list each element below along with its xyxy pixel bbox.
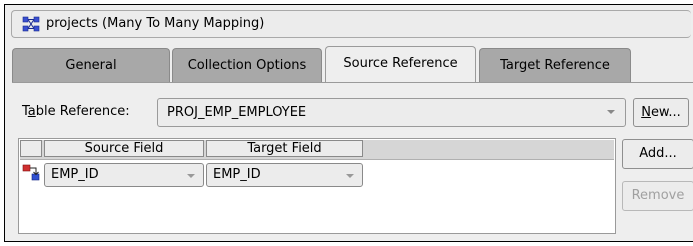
chevron-down-icon: [607, 110, 615, 114]
tab-source-reference[interactable]: Source Reference: [325, 46, 476, 83]
source-field-value: EMP_ID: [51, 167, 99, 182]
column-header-target-field[interactable]: Target Field: [206, 140, 363, 157]
add-button[interactable]: Add...: [622, 139, 693, 169]
table-reference-label-mnemonic: a: [27, 104, 36, 119]
table-reference-label: Table Reference:: [22, 104, 130, 119]
field-mapping-table: Source Field Target Field EMP_ID EMP_ID: [18, 138, 616, 234]
table-reference-label-end: ble Reference:: [35, 104, 130, 119]
table-header-corner: [20, 140, 42, 157]
new-button-label-end: ew...: [650, 105, 681, 120]
source-field-select[interactable]: EMP_ID: [44, 163, 204, 187]
chevron-down-icon: [346, 174, 354, 178]
target-field-select[interactable]: EMP_ID: [206, 163, 363, 187]
new-table-button[interactable]: New...: [633, 98, 689, 127]
tab-collection-options[interactable]: Collection Options: [172, 48, 322, 82]
chevron-down-icon: [187, 174, 195, 178]
new-button-mnemonic: N: [641, 105, 651, 120]
mapping-title-bar: projects (Many To Many Mapping): [11, 10, 691, 38]
table-reference-select[interactable]: PROJ_EMP_EMPLOYEE: [157, 98, 626, 127]
tab-divider: [12, 82, 693, 83]
tab-general[interactable]: General: [12, 48, 170, 82]
mapping-title: projects (Many To Many Mapping): [46, 16, 265, 31]
table-reference-value: PROJ_EMP_EMPLOYEE: [167, 105, 307, 120]
remove-button[interactable]: Remove: [622, 181, 693, 211]
many-to-many-mapping-icon: [22, 16, 40, 32]
column-header-source-field[interactable]: Source Field: [44, 140, 204, 157]
target-field-value: EMP_ID: [213, 167, 261, 182]
field-association-icon: [22, 164, 40, 181]
tab-target-reference[interactable]: Target Reference: [479, 48, 631, 82]
